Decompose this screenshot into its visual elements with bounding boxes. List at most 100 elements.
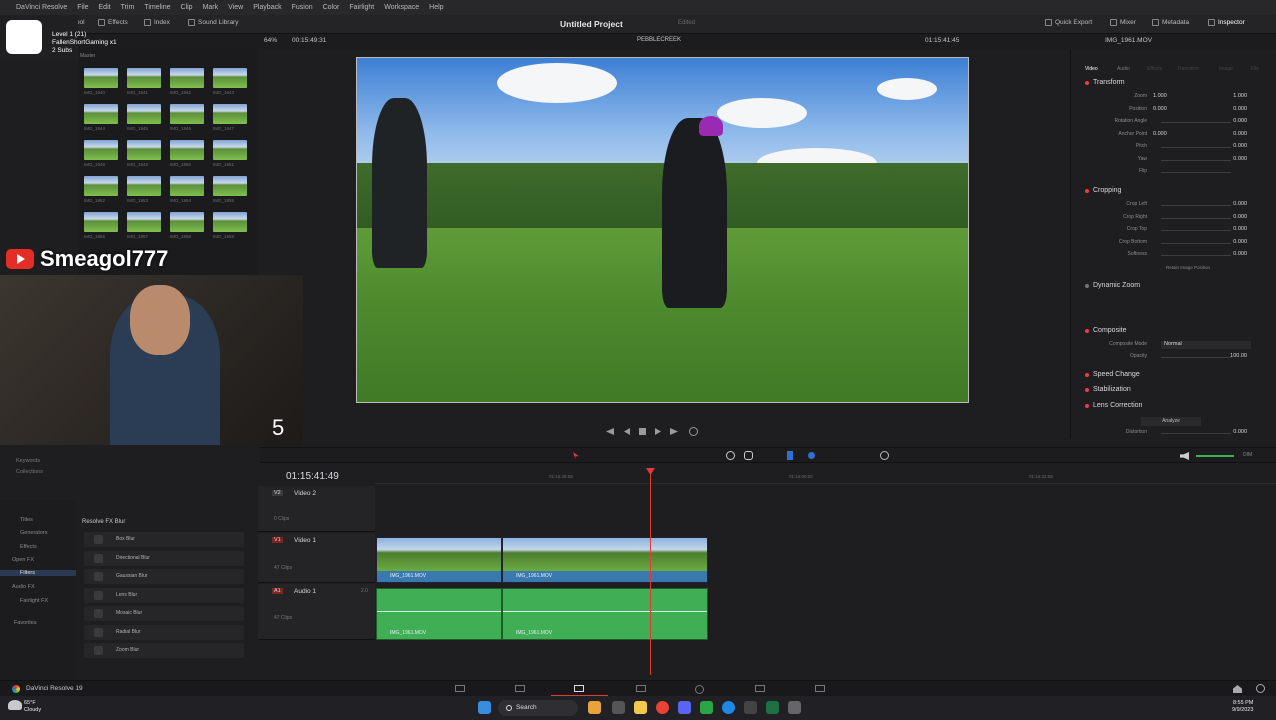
fairlight-page-icon[interactable] (755, 685, 765, 692)
enable-dot-icon[interactable] (1085, 188, 1089, 193)
param-slider[interactable] (1161, 147, 1231, 148)
flag-icon[interactable] (787, 451, 793, 460)
media-thumbnail[interactable] (127, 104, 161, 124)
sound-library-button[interactable]: Sound Library (188, 19, 238, 26)
cat-favorites[interactable]: Favorites (14, 620, 37, 626)
param-y-value[interactable]: 0.000 (1233, 106, 1247, 112)
media-thumbnail[interactable] (84, 212, 118, 232)
enable-dot-icon[interactable] (1085, 372, 1089, 377)
menu-trim[interactable]: Trim (121, 4, 135, 11)
video-clip[interactable]: IMG_1961.MOV (376, 537, 502, 583)
edit-page-icon[interactable] (574, 685, 584, 692)
track-header-v2[interactable]: V2 Video 2 0 Clips (258, 486, 375, 532)
taskbar-app-icon[interactable] (788, 701, 801, 714)
audio-clip[interactable]: IMG_1961.MOV (376, 588, 502, 640)
menu-workspace[interactable]: Workspace (384, 4, 419, 11)
param-slider[interactable] (1161, 159, 1231, 161)
menu-timeline[interactable]: Timeline (144, 4, 170, 11)
cat-open-fx[interactable]: Open FX (12, 557, 34, 563)
media-thumbnail[interactable] (84, 68, 118, 88)
media-thumbnail[interactable] (170, 212, 204, 232)
loop-icon[interactable] (689, 427, 698, 436)
effect-item[interactable]: Radial Blur (84, 624, 244, 640)
inspector-tab-transition[interactable]: Transition (1177, 66, 1199, 72)
param-slider[interactable] (1161, 230, 1231, 231)
home-icon[interactable] (1233, 685, 1242, 693)
param-slider[interactable] (1161, 122, 1231, 123)
menu-fusion[interactable]: Fusion (292, 4, 313, 11)
file-explorer-icon[interactable] (634, 701, 647, 714)
distortion-slider[interactable] (1161, 433, 1231, 434)
discord-icon[interactable] (678, 701, 691, 714)
taskbar-search[interactable]: Search (498, 700, 578, 716)
stop-icon[interactable] (639, 428, 646, 435)
cat-effects[interactable]: Effects (20, 544, 37, 550)
metadata-button[interactable]: Metadata (1152, 19, 1189, 26)
menu-edit[interactable]: Edit (99, 4, 111, 11)
xbox-icon[interactable] (700, 701, 713, 714)
cropping-section[interactable]: Cropping (1085, 187, 1121, 194)
color-page-icon[interactable] (695, 685, 704, 694)
inspector-tab-video[interactable]: Video (1085, 66, 1098, 72)
excel-icon[interactable] (766, 701, 779, 714)
menu-color[interactable]: Color (323, 4, 340, 11)
opacity-slider[interactable] (1161, 357, 1231, 358)
menu-clip[interactable]: Clip (181, 4, 193, 11)
bin-collections[interactable]: Collections (16, 467, 43, 478)
media-thumbnail[interactable] (84, 104, 118, 124)
media-thumbnail[interactable] (170, 68, 204, 88)
media-thumbnail[interactable] (127, 212, 161, 232)
param-value[interactable]: 0.000 (1233, 214, 1247, 220)
media-thumbnail[interactable] (170, 176, 204, 196)
param-value[interactable]: 0.000 (1233, 226, 1247, 232)
param-value[interactable]: 0.000 (1233, 251, 1247, 257)
lens-correction-section[interactable]: Lens Correction (1085, 402, 1142, 409)
play-icon[interactable] (655, 428, 661, 435)
windows-start-icon[interactable] (478, 701, 491, 714)
analyze-button[interactable]: Analyze (1141, 417, 1201, 426)
distortion-value[interactable]: 0.000 (1233, 429, 1247, 435)
effect-item[interactable]: Lens Blur (84, 587, 244, 603)
param-slider[interactable] (1161, 217, 1231, 219)
param-value[interactable]: 0.000 (1233, 118, 1247, 124)
edge-icon[interactable] (722, 701, 735, 714)
track-header-a1[interactable]: A1 Audio 1 2.0 47 Clips (258, 584, 375, 640)
menu-mark[interactable]: Mark (203, 4, 219, 11)
fusion-page-icon[interactable] (636, 685, 646, 692)
composite-mode-select[interactable]: Normal (1161, 341, 1251, 349)
param-slider[interactable] (1161, 255, 1231, 256)
media-page-icon[interactable] (455, 685, 465, 692)
video-clip[interactable]: IMG_1961.MOV (502, 537, 708, 583)
cat-audio-fx[interactable]: Audio FX (12, 584, 35, 590)
param-value[interactable]: 0.000 (1233, 201, 1247, 207)
param-x-value[interactable]: 1.000 (1153, 93, 1167, 99)
media-thumbnail[interactable] (213, 68, 247, 88)
effects-button[interactable]: Effects (98, 19, 128, 26)
chrome-icon[interactable] (656, 701, 669, 714)
transform-section[interactable]: Transform (1085, 79, 1125, 86)
dim-button[interactable]: DIM (1243, 452, 1252, 458)
menu-file[interactable]: File (77, 4, 88, 11)
timeline-ruler[interactable]: 01:15:28:08 01:16:00:00 01:16:32:08 (375, 470, 1276, 484)
enable-dot-icon[interactable] (1085, 387, 1089, 392)
marker-icon[interactable] (808, 452, 815, 459)
param-y-value[interactable]: 0.000 (1233, 131, 1247, 137)
param-slider[interactable] (1161, 242, 1231, 244)
param-x-value[interactable]: 0.000 (1153, 131, 1167, 137)
taskbar-app-icon[interactable] (612, 701, 625, 714)
effect-item[interactable]: Zoom Blur (84, 643, 244, 658)
menu-fairlight[interactable]: Fairlight (349, 4, 374, 11)
cat-generators[interactable]: Generators (20, 530, 48, 536)
clock[interactable]: 8:55 PM 9/9/2023 (1232, 700, 1253, 714)
media-thumbnail[interactable] (170, 140, 204, 160)
param-slider[interactable] (1161, 172, 1231, 173)
app-menu-title[interactable]: DaVinci Resolve (16, 4, 67, 11)
media-thumbnail[interactable] (84, 140, 118, 160)
effect-item[interactable]: Gaussian Blur (84, 569, 244, 584)
media-thumbnail[interactable] (84, 176, 118, 196)
inspector-tab-file[interactable]: File (1251, 66, 1259, 72)
davinci-taskbar-icon[interactable] (744, 701, 757, 714)
viewer-zoom[interactable]: 64% (264, 37, 277, 44)
media-thumbnail[interactable] (127, 140, 161, 160)
index-button[interactable]: Index (144, 19, 170, 26)
